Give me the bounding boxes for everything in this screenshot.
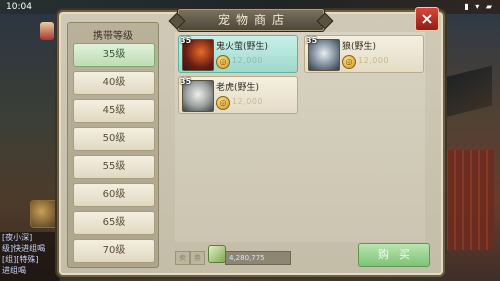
chat-box[interactable]: [夜小深] 级]快进组喝 [组][特殊] 进组喝 — [0, 232, 60, 281]
pet-name: 狼(野生) — [342, 42, 377, 52]
pet-list: 35 鬼火萤(野生) ◎ 12,000 35 狼(野生) ◎ 12,000 35… — [175, 32, 425, 242]
pet-price: 12,000 — [358, 56, 389, 65]
level-tab-35[interactable]: 35级 — [73, 43, 155, 67]
pet-level-badge: 35 — [306, 36, 318, 45]
coin-icon: ◎ — [342, 55, 356, 69]
level-tab-45[interactable]: 45级 — [73, 99, 155, 123]
level-tab-70[interactable]: 70级 — [73, 239, 155, 263]
title-bar: 宠物商店 — [177, 8, 325, 32]
pet-price: 12,000 — [232, 56, 263, 65]
pet-name: 老虎(野生) — [216, 83, 260, 93]
chat-line: [组][特殊] — [2, 255, 39, 264]
level-tab-65[interactable]: 65级 — [73, 211, 155, 235]
status-time: 10:04 — [6, 2, 32, 12]
pet-name: 鬼火萤(野生) — [216, 42, 269, 52]
coin-icon: ◎ — [216, 96, 230, 110]
currency-value: 4,280,775 — [229, 254, 265, 262]
currency-display: 4,280,775 — [225, 251, 291, 265]
level-tab-40[interactable]: 40级 — [73, 71, 155, 95]
chat-line: 进组喝 — [2, 266, 26, 275]
pet-card-wolf[interactable]: 35 狼(野生) ◎ 12,000 — [304, 35, 424, 73]
avatar[interactable] — [30, 200, 58, 228]
pet-price: 12,000 — [232, 97, 263, 106]
scroll-item-icon[interactable] — [40, 22, 54, 40]
status-icons: ▮ ▾ ▰ — [464, 2, 494, 11]
money-icon — [208, 245, 226, 263]
level-tab-55[interactable]: 55级 — [73, 155, 155, 179]
coin-icon: ◎ — [216, 55, 230, 69]
pet-card-tiger[interactable]: 35 老虎(野生) ◎ 12,000 — [178, 76, 298, 114]
close-button[interactable]: × — [415, 7, 439, 31]
level-tab-60[interactable]: 60级 — [73, 183, 155, 207]
level-tab-50[interactable]: 50级 — [73, 127, 155, 151]
pet-card-firefly[interactable]: 35 鬼火萤(野生) ◎ 12,000 — [178, 35, 298, 73]
pet-shop-panel: 宠物商店 × 携带等级 35级 40级 45级 50级 55级 60级 65级 … — [57, 7, 445, 277]
chat-line: [夜小深] — [2, 233, 33, 242]
currency-tag-left[interactable]: 卖 — [175, 251, 190, 265]
chat-line: 级]快进组喝 — [2, 244, 46, 253]
level-sidebar: 携带等级 35级 40级 45级 50级 55级 60级 65级 70级 — [67, 22, 159, 268]
pet-level-badge: 35 — [180, 36, 192, 45]
currency-tag-right[interactable]: 券 — [190, 251, 205, 265]
sidebar-header: 携带等级 — [93, 31, 133, 42]
pet-level-badge: 35 — [180, 77, 192, 86]
page-title: 宠物商店 — [217, 13, 290, 27]
buy-button[interactable]: 购买 — [358, 243, 430, 267]
background-building — [440, 150, 494, 250]
